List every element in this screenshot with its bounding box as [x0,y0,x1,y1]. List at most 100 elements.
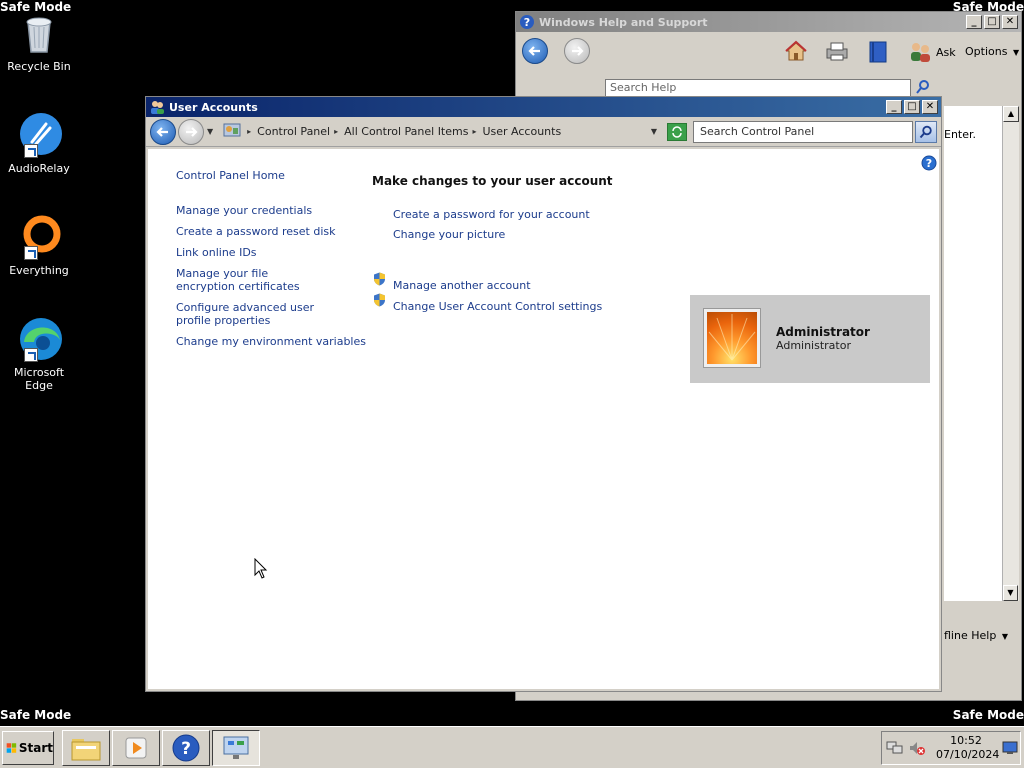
minimize-button[interactable]: _ [886,100,902,114]
link-change-picture[interactable]: Change your picture [393,228,505,241]
maximize-button[interactable]: □ [984,15,1000,29]
link-manage-another-account[interactable]: Manage another account [393,279,531,292]
chevron-right-icon[interactable]: ▸ [472,127,476,136]
sidebar-link-encryption-certificates[interactable]: Manage your file encryption certificates [176,267,326,293]
help-icon: ? [172,734,200,762]
desktop-icon-audiorelay[interactable]: AudioRelay [0,112,78,175]
windows-logo-icon [6,743,17,753]
ask-label: Ask [936,45,956,59]
folder-icon [71,739,101,761]
sidebar-link-password-reset-disk[interactable]: Create a password reset disk [176,225,336,238]
link-uac-settings[interactable]: Change User Account Control settings [393,300,602,313]
sidebar-link-advanced-profile[interactable]: Configure advanced user profile properti… [176,301,341,327]
account-name: Administrator [776,325,870,339]
start-button[interactable]: Start [2,731,54,765]
options-label: Options [965,45,1008,58]
media-player-icon [125,737,147,759]
taskbar-media-player-button[interactable] [112,730,160,766]
chevron-right-icon[interactable]: ▸ [247,127,251,136]
maximize-button[interactable]: □ [904,100,920,114]
user-accounts-window[interactable]: User Accounts _ □ ✕ ▼ ▸ Control Panel ▸ … [145,96,942,692]
search-icon [919,125,932,138]
chevron-right-icon[interactable]: ▸ [334,127,338,136]
edge-icon [16,316,62,362]
system-tray: 10:52 07/10/2024 [881,731,1021,765]
audiorelay-icon [16,112,62,158]
help-content-text: Enter. [944,128,977,141]
uac-shield-icon [373,293,386,307]
desktop-icon-everything[interactable]: Everything [0,214,78,277]
forward-button[interactable] [178,118,204,145]
help-browse-button[interactable] [868,40,888,67]
svg-text:?: ? [181,739,191,759]
refresh-button[interactable] [667,122,687,141]
close-button[interactable]: ✕ [1002,15,1018,29]
recent-pages-dropdown[interactable]: ▼ [207,127,213,136]
desktop-icon-label: Everything [9,264,69,277]
help-window-titlebar[interactable]: ? Windows Help and Support _ □ ✕ [516,12,1021,32]
volume-muted-icon[interactable] [908,740,926,756]
uac-shield-icon [373,272,386,286]
help-scrollbar[interactable]: ▲ ▼ [1002,106,1019,601]
avatar[interactable] [704,309,760,367]
shortcut-arrow-icon [24,144,38,158]
back-arrow-icon [156,126,168,137]
user-accounts-icon [149,99,165,115]
clock[interactable]: 10:52 07/10/2024 [936,734,1000,762]
help-options-button[interactable]: Options ▼ [965,45,1019,58]
back-button[interactable] [150,118,176,145]
sidebar-link-control-panel-home[interactable]: Control Panel Home [176,169,285,182]
offline-help-button[interactable]: fline Help ▼ [944,629,1008,642]
scroll-down-button[interactable]: ▼ [1003,585,1018,601]
search-icon [916,80,929,94]
link-create-password[interactable]: Create a password for your account [393,208,590,221]
recycle-bin-icon [16,10,62,56]
safe-mode-label-bottom-left: Safe Mode [0,708,72,722]
main-content: ? Control Panel Home Manage your credent… [148,149,939,689]
sidebar-link-link-online-ids[interactable]: Link online IDs [176,246,257,259]
desktop-icon-microsoft-edge[interactable]: Microsoft Edge [0,316,78,392]
clock-date: 07/10/2024 [936,748,1000,761]
help-question-icon[interactable]: ? [921,155,937,174]
taskbar-explorer-button[interactable] [62,730,110,766]
user-accounts-title: User Accounts [169,100,258,114]
minimize-button[interactable]: _ [966,15,982,29]
sidebar-link-environment-variables[interactable]: Change my environment variables [176,335,366,348]
search-control-panel-input[interactable]: Search Control Panel [693,120,913,143]
help-forward-button[interactable] [564,38,590,64]
network-icon[interactable] [886,740,904,756]
search-button[interactable] [915,120,937,143]
help-home-button[interactable] [784,40,808,65]
account-card: Administrator Administrator [690,295,930,383]
back-arrow-icon [522,38,548,64]
sidebar-link-manage-credentials[interactable]: Manage your credentials [176,204,312,217]
help-back-button[interactable] [522,38,548,64]
taskbar-user-accounts-button[interactable] [212,730,260,766]
close-button[interactable]: ✕ [922,100,938,114]
clock-time: 10:52 [950,734,982,747]
breadcrumb-control-panel[interactable]: Control Panel [257,125,330,138]
help-print-button[interactable] [824,40,850,65]
user-accounts-titlebar[interactable]: User Accounts _ □ ✕ [146,97,941,117]
breadcrumb-all-items[interactable]: All Control Panel Items [344,125,468,138]
taskbar-help-button[interactable]: ? [162,730,210,766]
help-ask-button[interactable]: Ask [908,40,956,64]
refresh-icon [672,125,682,138]
svg-text:?: ? [926,157,932,170]
show-desktop-icon[interactable] [1002,741,1018,755]
chevron-down-icon: ▼ [1001,632,1008,641]
breadcrumb-user-accounts[interactable]: User Accounts [482,125,561,138]
address-dropdown[interactable]: ▼ [651,127,657,136]
desktop-icon-recycle-bin[interactable]: Recycle Bin [0,10,78,73]
book-icon [869,41,887,63]
help-search-input[interactable]: Search Help [605,79,911,97]
help-icon: ? [519,14,535,30]
offline-help-label: fline Help [944,629,997,642]
forward-arrow-icon [564,38,590,64]
scroll-up-button[interactable]: ▲ [1003,106,1019,122]
help-content-area[interactable]: Enter. [944,106,1002,601]
safe-mode-label-bottom-right: Safe Mode [952,708,1024,722]
everything-icon [16,214,62,260]
chevron-down-icon: ▼ [1012,48,1020,57]
control-panel-icon [223,122,241,141]
